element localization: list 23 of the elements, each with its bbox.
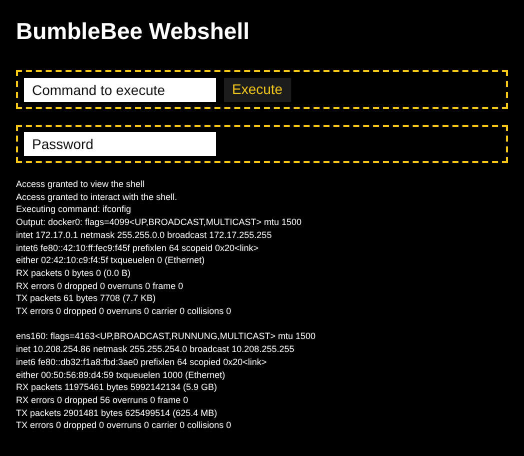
output-line: inet 10.208.254.86 netmask 255.255.254.0 broadcast 10.208.255.255 (16, 343, 294, 356)
output-line: TX errors 0 dropped 0 overruns 0 carrier 0 collisions 0 (16, 419, 232, 432)
command-input[interactable]: Command to execute (24, 78, 216, 102)
output-line: inet6 fe80::db32:f1a8:fbd:3ae0 prefixlen 64 scopied 0x20<link> (16, 356, 267, 369)
output-line: TX errors 0 dropped 0 overruns 0 carrier 0 collisions 0 (16, 305, 232, 318)
output-line: RX packets 11975461 bytes 5992142134 (5.9 GB) (16, 381, 217, 394)
output-line: RX errors 0 dropped 0 overruns 0 frame 0 (16, 280, 184, 292)
output-line: either 02:42:10:c9:f4:5f txqueuelen 0 (Ethernet) (16, 254, 205, 267)
execute-button[interactable]: Execute (224, 78, 291, 102)
output-line: RX packets 0 bytes 0 (0.0 B) (16, 266, 131, 280)
output-line: RX errors 0 dropped 56 overruns 0 frame 0 (16, 394, 188, 407)
page-title: BumbleBee Webshell (16, 20, 250, 43)
output-line: either 00:50:56:89:d4:59 txqueuelen 1000 (Ethernet) (16, 368, 226, 382)
output-line: TX packets 2901481 bytes 625499514 (625.4 MB) (16, 406, 218, 420)
output-line: intet6 fe80::42:10:ff:fec9:f45f prefixlen 64 scopeid 0x20<link> (16, 242, 259, 254)
output-line: Access granted to view the shell (16, 178, 145, 191)
output-line: TX packets 61 bytes 7708 (7.7 KB) (16, 292, 156, 306)
output-line: ens160: flags=4163<UP,BROADCAST,RUNNUNG,MULTICAST> mtu 1500 (16, 330, 316, 344)
output-line: Output: docker0: flags=4099<UP,BROADCAST,MULTICAST> mtu 1500 (16, 216, 302, 229)
output-line: intet 172.17.0.1 netmask 255.255.0.0 broadcast 172.17.255.255 (16, 228, 272, 242)
password-input[interactable]: Password (24, 132, 216, 156)
output-line: Executing command: ifconfig (16, 203, 132, 216)
output-line: Access granted to interact with the shell. (16, 190, 178, 204)
